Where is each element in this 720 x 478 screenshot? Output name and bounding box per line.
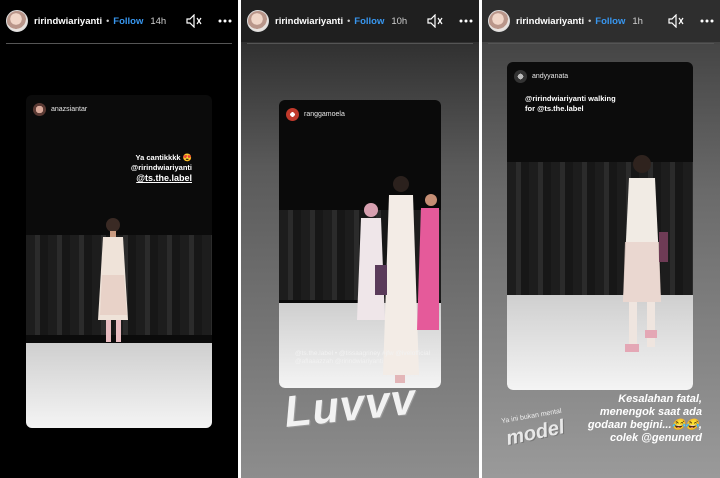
card-caption: @ririndwiariyanti walking for @ts.the.la…	[525, 94, 616, 114]
poster-avatar	[33, 103, 46, 116]
caption-line[interactable]: for @ts.the.label	[525, 104, 616, 114]
card-poster: andyyanata	[514, 70, 568, 83]
runway	[26, 343, 212, 428]
caption-line[interactable]: @ts.the.label • @tissaagriney #jfw @ivel…	[295, 350, 430, 358]
comment-line: menengok saat ada	[599, 406, 702, 418]
caption-line[interactable]: @aflaaazzah @ririndwiariyanti	[295, 358, 430, 366]
follow-button[interactable]: Follow	[113, 16, 143, 27]
poster-username[interactable]: andyyanata	[532, 73, 568, 80]
header-divider	[247, 43, 473, 44]
header-divider	[488, 43, 714, 44]
username[interactable]: ririndwiariyanti	[34, 16, 102, 27]
comment-line: godaan begini...😂😂,	[587, 419, 702, 431]
model-figure	[623, 155, 668, 352]
follow-button[interactable]: Follow	[595, 16, 625, 27]
story-age: 10h	[391, 15, 408, 27]
username[interactable]: ririndwiariyanti	[275, 16, 343, 27]
story-panel-2[interactable]: ririndwiariyanti • Follow 10h ranggamoel…	[241, 0, 479, 478]
speaker-icon[interactable]	[186, 14, 202, 28]
poster-avatar	[514, 70, 527, 83]
more-options-icon[interactable]	[459, 19, 473, 23]
poster-username[interactable]: anazsiantar	[51, 106, 87, 113]
reposted-story-card[interactable]: ranggamoela @ts.the.label • @tissaagrine…	[279, 100, 441, 388]
caption-mention[interactable]: @ts.the.label	[131, 173, 192, 183]
story-panel-1[interactable]: ririndwiariyanti • Follow 14h anazsianta…	[0, 0, 238, 478]
header-divider	[6, 43, 232, 44]
reposted-story-card[interactable]: anazsiantar Ya cantikkkk 😍 @ririndwiariy…	[26, 95, 212, 428]
story-age: 14h	[150, 15, 167, 27]
card-caption: @ts.the.label • @tissaagriney #jfw @ivel…	[295, 350, 430, 366]
more-options-icon[interactable]	[700, 19, 714, 23]
username[interactable]: ririndwiariyanti	[516, 16, 584, 27]
avatar[interactable]	[488, 10, 510, 32]
more-options-icon[interactable]	[218, 19, 232, 23]
caption-line: Ya cantikkkk 😍	[135, 153, 192, 162]
speaker-icon[interactable]	[427, 14, 443, 28]
story-age: 1h	[632, 15, 643, 27]
caption-line[interactable]: @ririndwiariyanti walking	[525, 94, 616, 104]
avatar[interactable]	[247, 10, 269, 32]
comment-line: Kesalahan fatal,	[618, 393, 702, 405]
story-header: ririndwiariyanti • Follow 1h	[482, 0, 720, 42]
story-header: ririndwiariyanti • Follow 10h	[241, 0, 479, 42]
speaker-icon[interactable]	[668, 14, 684, 28]
card-poster: ranggamoela	[286, 108, 345, 121]
separator-dot: •	[588, 16, 592, 26]
story-panel-3[interactable]: ririndwiariyanti • Follow 1h andyyanata …	[482, 0, 720, 478]
story-header: ririndwiariyanti • Follow 14h	[0, 0, 238, 42]
avatar[interactable]	[6, 10, 28, 32]
story-comment-text: Kesalahan fatal, menengok saat ada godaa…	[562, 393, 702, 445]
model-figure	[98, 218, 128, 342]
poster-avatar	[286, 108, 299, 121]
comment-mention[interactable]: colek @genunerd	[562, 432, 702, 445]
separator-dot: •	[106, 16, 110, 26]
reposted-story-card[interactable]: andyyanata @ririndwiariyanti walking for…	[507, 62, 693, 390]
caption-mention[interactable]: @ririndwiariyanti	[131, 163, 192, 173]
card-poster: anazsiantar	[33, 103, 87, 116]
poster-username[interactable]: ranggamoela	[304, 111, 345, 118]
separator-dot: •	[347, 16, 351, 26]
follow-button[interactable]: Follow	[354, 16, 384, 27]
card-caption: Ya cantikkkk 😍 @ririndwiariyanti @ts.the…	[131, 153, 192, 183]
